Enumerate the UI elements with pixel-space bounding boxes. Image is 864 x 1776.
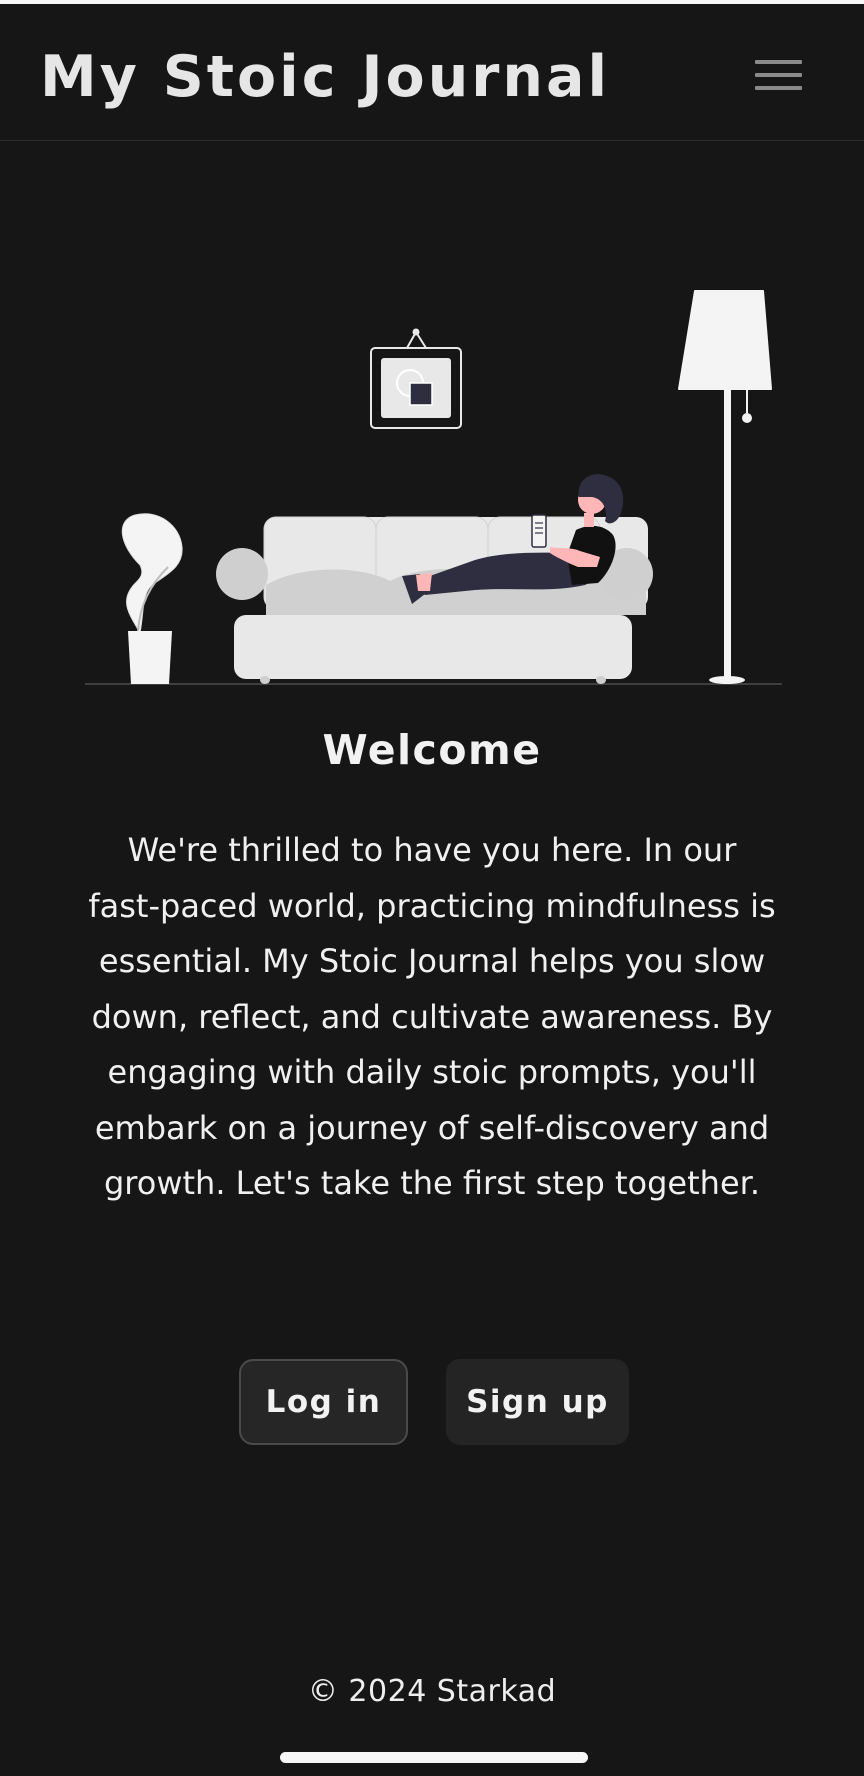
login-button[interactable]: Log in <box>239 1359 408 1445</box>
copyright-footer: © 2024 Starkad <box>307 1674 557 1709</box>
hamburger-menu-button[interactable] <box>740 42 818 108</box>
floor-lamp <box>678 290 772 684</box>
intro-paragraph: We're thrilled to have you here. In our … <box>88 831 776 1202</box>
welcome-heading: Welcome <box>322 726 542 774</box>
wall-picture <box>370 328 462 429</box>
home-indicator-bar[interactable] <box>280 1752 588 1763</box>
potted-plant <box>121 513 183 684</box>
app-title[interactable]: My Stoic Journal <box>40 37 610 117</box>
woman-reading-on-sofa-illustration <box>85 290 782 685</box>
signup-button[interactable]: Sign up <box>446 1359 629 1445</box>
app-header: My Stoic Journal <box>0 4 864 141</box>
welcome-page: My Stoic Journal Welcome We're thrilled … <box>0 0 864 1776</box>
